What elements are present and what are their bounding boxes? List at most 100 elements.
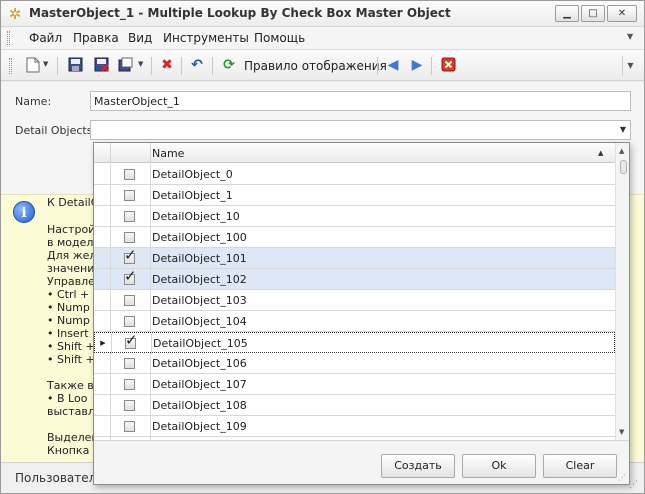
next-arrow-icon[interactable]: ▶ [409, 57, 425, 73]
row-indicator-cell [94, 374, 111, 395]
row-name: DetailObject_0 [152, 168, 233, 181]
lookup-row[interactable]: DetailObject_100 [94, 227, 615, 248]
toolbar-overflow-icon[interactable]: ▼ [622, 56, 638, 76]
row-indicator-cell [94, 206, 111, 227]
checkbox-unchecked[interactable] [124, 358, 135, 369]
new-document-icon[interactable] [25, 57, 41, 73]
menu-tools[interactable]: Инструменты [163, 31, 249, 45]
lookup-row[interactable]: ✓ DetailObject_102 [94, 269, 615, 290]
info-text-line: К DetailO [47, 196, 100, 209]
row-check-cell[interactable] [111, 353, 151, 374]
scroll-down-icon[interactable]: ▼ [619, 428, 624, 436]
refresh-button-label[interactable]: Правило отображения [244, 59, 387, 73]
row-check-cell[interactable]: ✓ [112, 333, 152, 354]
row-check-cell[interactable]: ✓ [111, 269, 151, 290]
checkbox-unchecked[interactable] [124, 211, 135, 222]
popup-resize-grip-icon[interactable]: ⋰ [618, 473, 626, 482]
menu-view[interactable]: Вид [128, 31, 152, 45]
row-check-cell[interactable] [111, 311, 151, 332]
save-icon[interactable] [67, 57, 83, 73]
row-name: DetailObject_104 [152, 315, 247, 328]
header-check-cell[interactable] [111, 143, 151, 163]
menu-file[interactable]: Файл [29, 31, 62, 45]
checkbox-checked[interactable]: ✓ [125, 333, 138, 349]
row-indicator-cell [94, 227, 111, 248]
row-check-cell[interactable]: ✓ [111, 248, 151, 269]
checkbox-unchecked[interactable] [124, 232, 135, 243]
new-dropdown-icon[interactable]: ▼ [43, 60, 48, 68]
row-check-cell[interactable] [111, 185, 151, 206]
delete-icon[interactable]: ✖ [159, 57, 175, 73]
info-text-line: • Insert [47, 327, 89, 340]
toolbar-grip[interactable] [9, 58, 12, 74]
resize-grip-icon[interactable]: ⋰ [629, 480, 638, 490]
column-header-name[interactable]: Name [152, 147, 184, 160]
checkbox-unchecked[interactable] [124, 379, 135, 390]
info-text-line: • Nump [47, 314, 90, 327]
menu-edit[interactable]: Правка [73, 31, 119, 45]
lookup-row[interactable]: DetailObject_103 [94, 290, 615, 311]
row-name: DetailObject_10 [152, 210, 240, 223]
lookup-row[interactable]: DetailObject_1 [94, 185, 615, 206]
toolbar-separator [181, 57, 182, 75]
checkbox-unchecked[interactable] [124, 316, 135, 327]
row-check-cell[interactable] [111, 374, 151, 395]
lookup-row[interactable]: DetailObject_106 [94, 353, 615, 374]
lookup-row[interactable]: DetailObject_0 [94, 164, 615, 185]
combo-dropdown-icon[interactable]: ▼ [620, 125, 626, 134]
row-name: DetailObject_106 [152, 357, 247, 370]
row-check-cell[interactable] [111, 206, 151, 227]
row-check-cell[interactable] [111, 416, 151, 437]
row-check-cell[interactable] [111, 290, 151, 311]
menu-grip[interactable] [7, 31, 10, 45]
save-new-icon[interactable] [117, 57, 133, 73]
ok-button[interactable]: Ok [462, 454, 536, 478]
refresh-icon[interactable]: ⟳ [221, 57, 237, 73]
row-check-cell[interactable] [111, 227, 151, 248]
checkbox-checked[interactable]: ✓ [124, 269, 137, 285]
close-button[interactable]: ✕ [607, 5, 637, 22]
save-dropdown-icon[interactable]: ▼ [138, 60, 143, 68]
create-button[interactable]: Создать [381, 454, 455, 478]
menu-help[interactable]: Помощь [254, 31, 305, 45]
vertical-scrollbar[interactable]: ▲ ▼ [615, 143, 629, 440]
menu-overflow-icon[interactable]: ▼ [627, 32, 633, 41]
lookup-row[interactable]: DetailObject_107 [94, 374, 615, 395]
checkbox-unchecked[interactable] [124, 169, 135, 180]
scroll-up-icon[interactable]: ▲ [619, 147, 624, 155]
scroll-thumb[interactable] [620, 160, 627, 174]
close-form-icon[interactable] [440, 57, 456, 73]
row-indicator-cell [94, 353, 111, 374]
checkbox-unchecked[interactable] [124, 190, 135, 201]
lookup-row[interactable]: DetailObject_108 [94, 395, 615, 416]
info-text-line: Настрой [47, 223, 96, 236]
checkbox-checked[interactable]: ✓ [124, 248, 137, 264]
row-check-cell[interactable] [111, 164, 151, 185]
checkbox-unchecked[interactable] [124, 400, 135, 411]
toolbar-separator [212, 57, 213, 75]
clear-button[interactable]: Clear [543, 454, 617, 478]
checkbox-unchecked[interactable] [124, 295, 135, 306]
previous-arrow-icon[interactable]: ◀ [385, 57, 401, 73]
row-check-cell[interactable] [111, 395, 151, 416]
undo-icon[interactable]: ↶ [189, 57, 205, 73]
row-name: DetailObject_109 [152, 420, 247, 433]
row-indicator-cell [94, 290, 111, 311]
info-icon: i [13, 201, 35, 223]
info-text-line: • Nump [47, 301, 90, 314]
checkbox-unchecked[interactable] [124, 421, 135, 432]
lookup-row[interactable]: DetailObject_109 [94, 416, 615, 437]
lookup-row[interactable]: ✓ DetailObject_101 [94, 248, 615, 269]
minimize-button[interactable]: ▁ [555, 5, 579, 22]
info-text-line: • Ctrl + [47, 288, 90, 301]
save-close-icon[interactable] [93, 57, 109, 73]
lookup-row[interactable]: DetailObject_104 [94, 311, 615, 332]
row-name: DetailObject_105 [153, 337, 248, 350]
detail-objects-combo[interactable]: ▼ [90, 120, 631, 140]
toolbar-separator [431, 57, 432, 75]
grid-rows: DetailObject_0 DetailObject_1 DetailObject… [94, 164, 615, 440]
name-field[interactable]: MasterObject_1 [90, 91, 631, 111]
lookup-row[interactable]: ▶ ✓ DetailObject_105 [94, 332, 615, 354]
maximize-button[interactable]: □ [581, 5, 605, 22]
lookup-row[interactable]: DetailObject_10 [94, 206, 615, 227]
